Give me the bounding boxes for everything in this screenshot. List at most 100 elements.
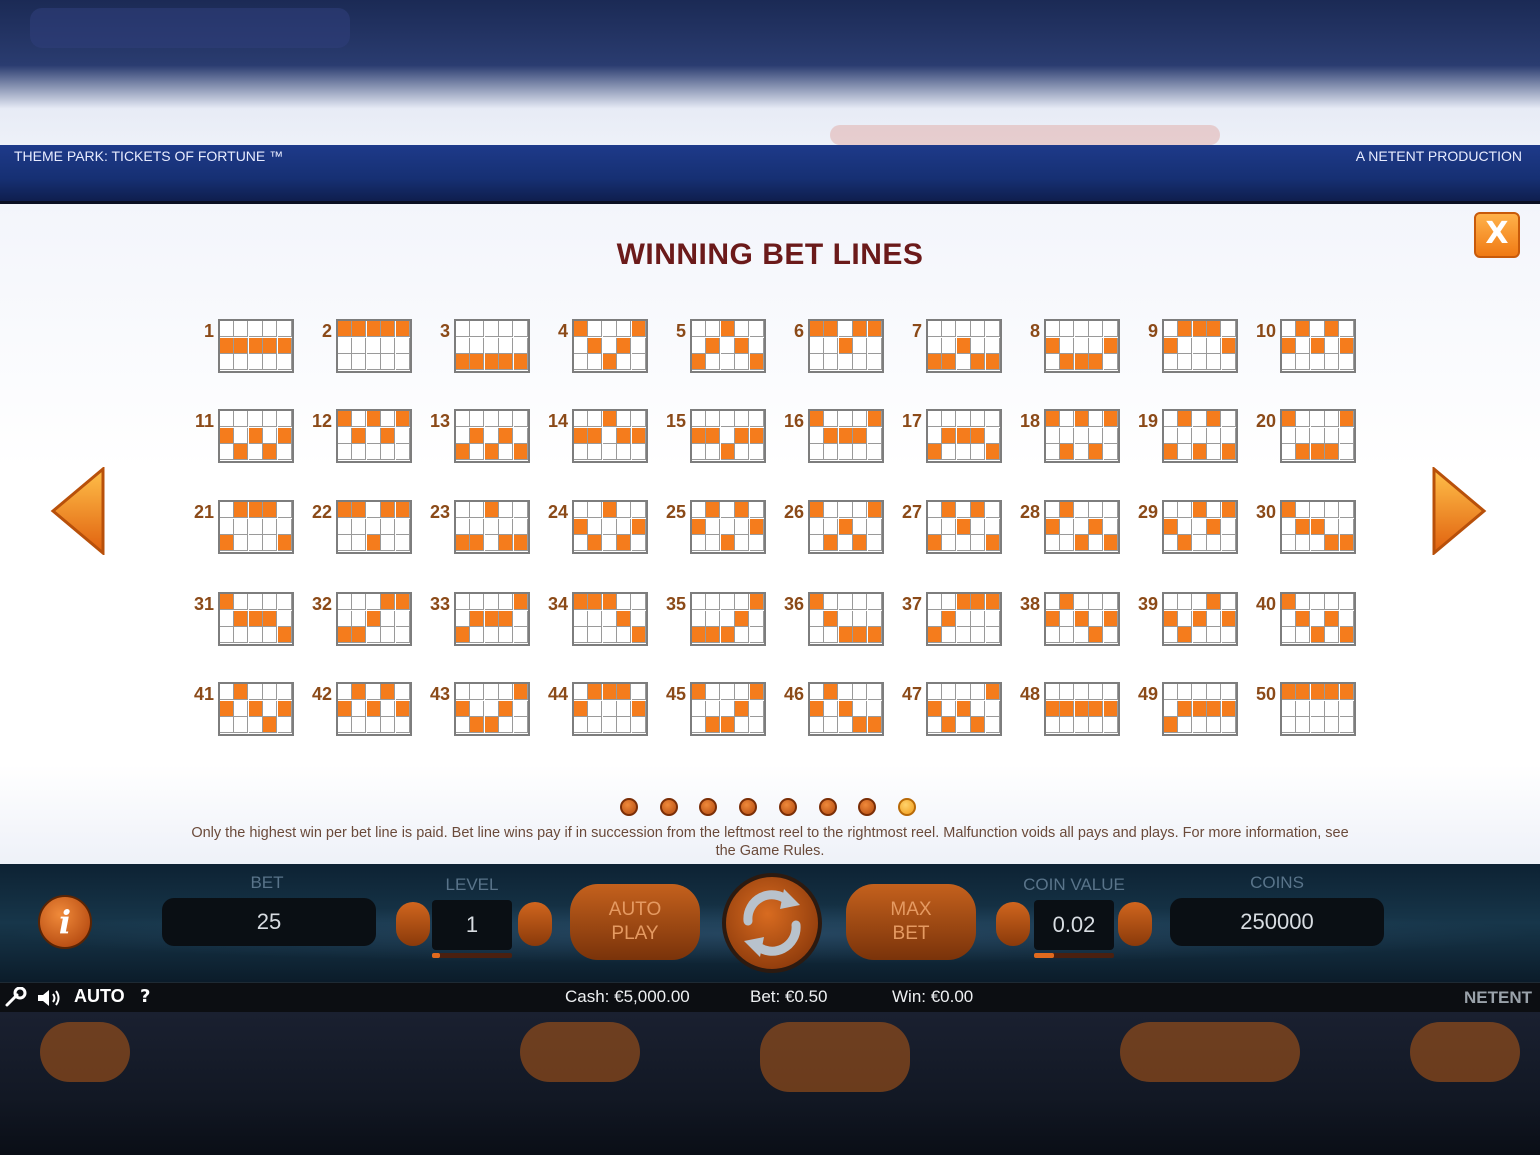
payline-cell bbox=[484, 337, 499, 354]
payline-cell bbox=[956, 444, 971, 461]
coin-value-decrease-button[interactable] bbox=[996, 902, 1030, 946]
max-bet-button[interactable]: MAX BET bbox=[846, 884, 976, 960]
payline-cell bbox=[810, 444, 824, 461]
payline-cell bbox=[956, 354, 971, 371]
payline-cell bbox=[631, 594, 646, 610]
page-dot[interactable] bbox=[620, 798, 638, 816]
auto-play-button[interactable]: AUTO PLAY bbox=[570, 884, 700, 960]
next-page-arrow-icon[interactable] bbox=[1432, 467, 1487, 555]
payline-cell bbox=[381, 444, 396, 461]
payline-cell bbox=[1282, 444, 1296, 461]
payline-cell bbox=[1339, 717, 1354, 734]
payline-cell bbox=[1089, 610, 1104, 627]
payline-cell bbox=[234, 535, 249, 552]
payline-number: 9 bbox=[1147, 321, 1158, 341]
payline-cell bbox=[720, 535, 735, 552]
payline-cell bbox=[838, 700, 853, 717]
payline-cell bbox=[574, 627, 588, 644]
payline-cell bbox=[692, 354, 706, 371]
payline-cell bbox=[470, 518, 485, 535]
blurred-game-background bbox=[0, 1012, 1540, 1155]
payline-cell bbox=[971, 627, 986, 644]
payline-cell bbox=[985, 518, 1000, 535]
settings-wrench-icon[interactable] bbox=[4, 987, 28, 1009]
page-dot[interactable] bbox=[659, 798, 678, 816]
payline-number: 23 bbox=[429, 502, 450, 522]
payline-cell bbox=[513, 700, 528, 717]
help-button[interactable]: ? bbox=[140, 986, 150, 1007]
payline-cell bbox=[499, 321, 514, 337]
info-button[interactable]: i bbox=[38, 895, 92, 949]
payline-cell bbox=[602, 321, 617, 337]
auto-settings-button[interactable]: AUTO bbox=[74, 986, 125, 1007]
coin-value-increase-button[interactable] bbox=[1118, 902, 1152, 946]
spin-button[interactable] bbox=[722, 873, 822, 973]
payline-cell bbox=[720, 427, 735, 444]
payline-cell bbox=[1046, 594, 1060, 610]
payline-cell bbox=[617, 717, 632, 734]
payline-cell bbox=[1282, 337, 1296, 354]
payline-cell bbox=[484, 610, 499, 627]
bet-label: BET bbox=[250, 873, 284, 892]
payline-cell bbox=[985, 427, 1000, 444]
payline-cell bbox=[456, 354, 470, 371]
payline-cell bbox=[824, 427, 839, 444]
payline-cell bbox=[263, 684, 278, 700]
payline-cell bbox=[749, 337, 764, 354]
payline-cell bbox=[588, 717, 603, 734]
sound-icon[interactable] bbox=[36, 987, 64, 1009]
payline-number: 13 bbox=[429, 411, 450, 431]
page-dot[interactable] bbox=[858, 798, 877, 816]
page-dot[interactable] bbox=[778, 798, 797, 816]
payline-cell bbox=[395, 535, 410, 552]
payline-cell bbox=[1164, 321, 1178, 337]
payline-pattern bbox=[572, 592, 648, 646]
payline-cell bbox=[692, 717, 706, 734]
payline-cell bbox=[1178, 535, 1193, 552]
payline-pattern bbox=[218, 500, 294, 554]
max-bet-label: BET bbox=[892, 923, 930, 944]
page-dot[interactable] bbox=[739, 798, 758, 816]
payline-cell bbox=[631, 684, 646, 700]
bet-value[interactable]: 25 bbox=[162, 898, 376, 946]
payline-cell bbox=[706, 610, 721, 627]
payline-cell bbox=[1325, 535, 1340, 552]
payline-cell bbox=[277, 610, 292, 627]
payline-cell bbox=[1103, 610, 1118, 627]
payline-cell bbox=[352, 627, 367, 644]
payline-cell bbox=[1221, 684, 1236, 700]
payline-cell bbox=[513, 502, 528, 518]
payline-cell bbox=[1192, 411, 1207, 427]
payline-cell bbox=[395, 700, 410, 717]
payline-number: 37 bbox=[901, 594, 922, 614]
payline-pattern bbox=[1044, 319, 1120, 373]
previous-page-arrow-icon[interactable] bbox=[50, 467, 105, 555]
payline-cell bbox=[838, 321, 853, 337]
payline-cell bbox=[1192, 535, 1207, 552]
payline-cell bbox=[956, 337, 971, 354]
level-increase-button[interactable] bbox=[518, 902, 552, 946]
payline-cell bbox=[574, 717, 588, 734]
payline-cell bbox=[1164, 444, 1178, 461]
payline-cell bbox=[1060, 535, 1075, 552]
payline-cell bbox=[1192, 337, 1207, 354]
payline-cell bbox=[971, 502, 986, 518]
payline-cell bbox=[234, 717, 249, 734]
payline-cell bbox=[1339, 535, 1354, 552]
payline-pattern bbox=[218, 592, 294, 646]
payline-cell bbox=[971, 411, 986, 427]
payline-cell bbox=[720, 321, 735, 337]
payline-cell bbox=[248, 502, 263, 518]
payline-cell bbox=[513, 411, 528, 427]
level-decrease-button[interactable] bbox=[396, 902, 430, 946]
payline-cell bbox=[810, 427, 824, 444]
payline-cell bbox=[248, 411, 263, 427]
payline-cell bbox=[366, 684, 381, 700]
payline-cell bbox=[1103, 700, 1118, 717]
page-dot[interactable] bbox=[818, 798, 837, 816]
cash-display: Cash: €5,000.00 bbox=[565, 987, 690, 1006]
payline-cell bbox=[338, 444, 352, 461]
payline-cell bbox=[1325, 321, 1340, 337]
page-dot[interactable] bbox=[897, 798, 916, 816]
page-dot[interactable] bbox=[699, 798, 718, 816]
